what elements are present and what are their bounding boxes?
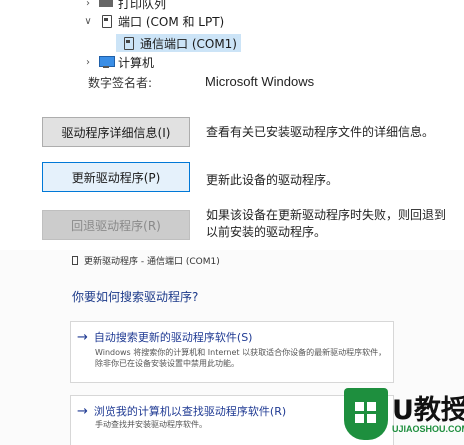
wizard-question: 你要如何搜索驱动程序? bbox=[72, 290, 199, 304]
tree-item-printers[interactable]: › 打印队列 bbox=[82, 0, 166, 12]
tree-item-label: 计算机 bbox=[118, 55, 155, 70]
windows-shield-logo bbox=[344, 388, 388, 440]
driver-details-description: 查看有关已安装驱动程序文件的详细信息。 bbox=[206, 125, 435, 139]
driver-properties-panel: 数字签名者: Microsoft Windows 驱动程序详细信息(I) 查看有… bbox=[0, 72, 464, 250]
signer-value: Microsoft Windows bbox=[205, 74, 315, 89]
update-driver-description: 更新此设备的驱动程序。 bbox=[206, 173, 339, 187]
option-heading[interactable]: → 浏览我的计算机以查找驱动程序软件(R) bbox=[77, 403, 286, 419]
tree-item-label: 打印队列 bbox=[118, 0, 167, 11]
device-tree: › 打印队列 ∨ 端口 (COM 和 LPT) 通信端口 (COM1) › 计算… bbox=[0, 0, 464, 72]
monitor-icon bbox=[98, 55, 115, 69]
auto-search-option[interactable]: → 自动搜索更新的驱动程序软件(S) Windows 将搜索你的计算机和 Int… bbox=[70, 321, 394, 383]
brand-watermark: U教授 UJIAOSHOU.COM bbox=[344, 384, 464, 445]
tree-item-label: 通信端口 (COM1) bbox=[140, 36, 237, 51]
port-icon bbox=[120, 36, 136, 50]
option-desc-line: 手动查找并安装驱动程序软件。 bbox=[95, 420, 207, 429]
tree-item-computer[interactable]: › 计算机 bbox=[82, 53, 154, 71]
browse-computer-title[interactable]: 浏览我的计算机以查找驱动程序软件(R) bbox=[94, 403, 286, 419]
driver-details-button[interactable]: 驱动程序详细信息(I) bbox=[42, 117, 190, 147]
browse-computer-description: 手动查找并安装驱动程序软件。 bbox=[95, 419, 207, 430]
auto-search-title[interactable]: 自动搜索更新的驱动程序软件(S) bbox=[94, 329, 253, 345]
option-heading[interactable]: → 自动搜索更新的驱动程序软件(S) bbox=[77, 329, 252, 345]
arrow-right-icon: → bbox=[77, 403, 88, 419]
rollback-desc-line: 以前安装的驱动程序。 bbox=[206, 225, 327, 239]
tree-item-ports[interactable]: ∨ 端口 (COM 和 LPT) bbox=[82, 12, 224, 30]
rollback-driver-description: 如果该设备在更新驱动程序时失败，则回退到 以前安装的驱动程序。 bbox=[206, 207, 446, 241]
wizard-title-bar: 更新驱动程序 - 通信端口 (COM1) bbox=[72, 254, 220, 267]
option-desc-line: 除非你已在设备安装设置中禁用此功能。 bbox=[95, 359, 239, 368]
option-desc-line: Windows 将搜索你的计算机和 Internet 以获取适合你设备的最新驱动… bbox=[95, 348, 387, 357]
chevron-right-icon[interactable]: › bbox=[82, 57, 94, 68]
update-driver-button[interactable]: 更新驱动程序(P) bbox=[42, 162, 190, 192]
tree-item-com1[interactable]: 通信端口 (COM1) bbox=[116, 34, 241, 52]
printer-icon bbox=[98, 0, 114, 10]
brand-name: U教授 bbox=[392, 395, 464, 426]
arrow-right-icon: → bbox=[77, 329, 88, 345]
rollback-desc-line: 如果该设备在更新驱动程序时失败，则回退到 bbox=[206, 208, 447, 222]
chevron-down-icon[interactable]: ∨ bbox=[82, 16, 94, 27]
auto-search-description: Windows 将搜索你的计算机和 Internet 以获取适合你设备的最新驱动… bbox=[95, 347, 386, 369]
wizard-title: 更新驱动程序 - 通信端口 (COM1) bbox=[84, 257, 220, 267]
tree-item-label: 端口 (COM 和 LPT) bbox=[118, 14, 225, 29]
device-icon bbox=[72, 256, 78, 265]
brand-url: UJIAOSHOU.COM bbox=[392, 424, 464, 434]
rollback-driver-button[interactable]: 回退驱动程序(R) bbox=[42, 210, 190, 240]
signer-label: 数字签名者: bbox=[88, 76, 153, 90]
chevron-right-icon[interactable]: › bbox=[82, 0, 94, 9]
port-icon bbox=[98, 14, 114, 28]
